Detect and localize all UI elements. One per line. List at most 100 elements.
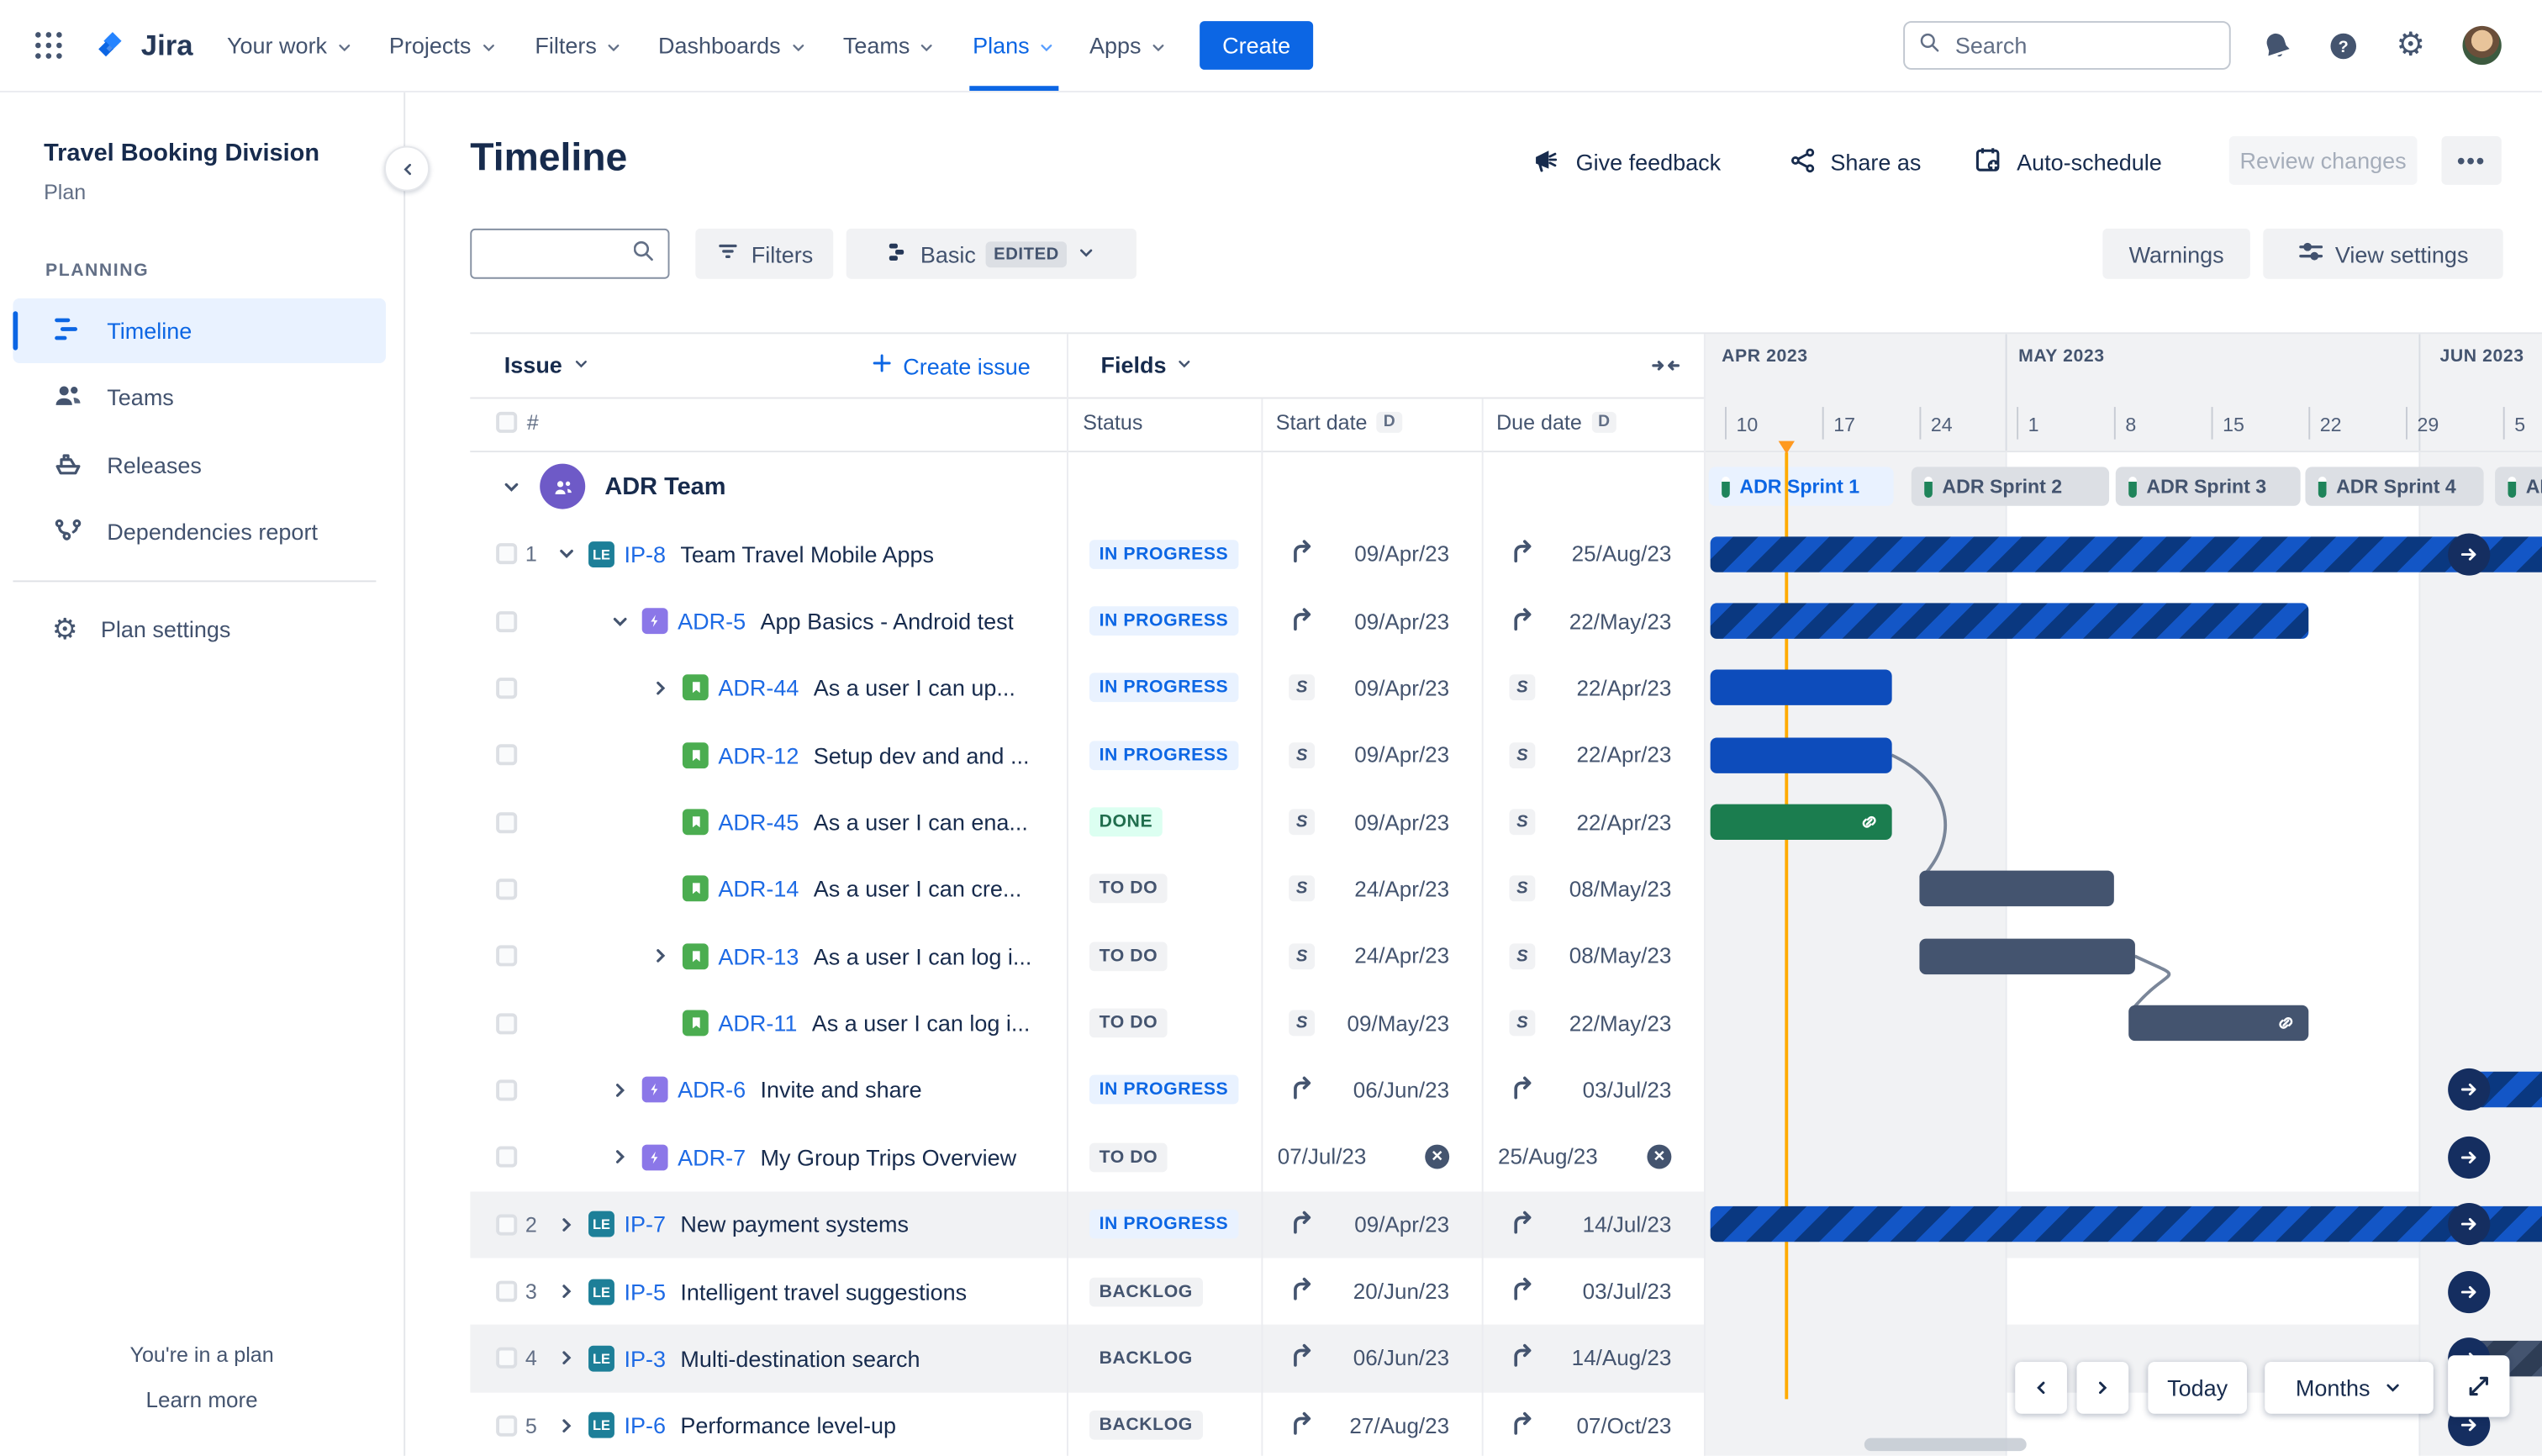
- due-date-cell[interactable]: S 22/Apr/23: [1482, 721, 1688, 789]
- start-date-cell[interactable]: 09/Apr/23: [1261, 520, 1465, 588]
- start-date-cell[interactable]: 06/Jun/23: [1261, 1057, 1465, 1124]
- issue-summary[interactable]: Intelligent travel suggestions: [680, 1279, 967, 1305]
- gantt-bar[interactable]: [1711, 603, 2309, 639]
- timeline-search-input[interactable]: [481, 233, 635, 261]
- sidebar-item-dependencies-report[interactable]: Dependencies report: [13, 499, 386, 564]
- start-date-cell[interactable]: 27/Aug/23: [1261, 1392, 1465, 1456]
- issue-summary[interactable]: As a user I can log i...: [812, 1010, 1031, 1037]
- status-badge[interactable]: TO DO: [1089, 942, 1168, 971]
- status-cell[interactable]: IN PROGRESS: [1089, 1057, 1238, 1124]
- issue-summary[interactable]: As a user I can up...: [814, 675, 1015, 701]
- status-cell[interactable]: IN PROGRESS: [1089, 520, 1238, 588]
- expand-toggle-icon[interactable]: [608, 610, 632, 631]
- sprint-chip[interactable]: ADR Sprint 5: [2495, 467, 2542, 506]
- nav-plans[interactable]: Plans: [969, 0, 1059, 91]
- issue-key-link[interactable]: ADR-7: [678, 1144, 746, 1170]
- row-checkbox[interactable]: [496, 610, 518, 632]
- app-switcher-icon[interactable]: [33, 29, 66, 62]
- status-badge[interactable]: BACKLOG: [1089, 1411, 1203, 1440]
- due-date-cell[interactable]: S 22/May/23: [1482, 989, 1688, 1057]
- issue-summary[interactable]: Performance level-up: [680, 1412, 896, 1438]
- due-date-cell[interactable]: 25/Aug/23: [1482, 520, 1688, 588]
- row-checkbox[interactable]: [496, 744, 518, 766]
- gantt-bar[interactable]: [1919, 871, 2114, 907]
- issue-key-link[interactable]: ADR-14: [718, 876, 799, 902]
- help-icon[interactable]: ?: [2326, 29, 2359, 62]
- bar-continues-icon[interactable]: [2448, 532, 2491, 576]
- clear-date-icon[interactable]: ✕: [1647, 1145, 1672, 1170]
- nav-your-work[interactable]: Your work: [227, 0, 353, 91]
- issue-key-link[interactable]: ADR-11: [718, 1010, 797, 1037]
- start-date-cell[interactable]: S 09/Apr/23: [1261, 789, 1465, 856]
- start-date-cell[interactable]: S 24/Apr/23: [1261, 923, 1465, 990]
- due-date-cell[interactable]: S 22/Apr/23: [1482, 789, 1688, 856]
- issue-summary[interactable]: New payment systems: [680, 1211, 909, 1237]
- status-cell[interactable]: TO DO: [1089, 856, 1168, 923]
- issue-summary[interactable]: As a user I can cre...: [814, 876, 1022, 902]
- issue-key-link[interactable]: ADR-44: [718, 675, 799, 701]
- status-cell[interactable]: IN PROGRESS: [1089, 655, 1238, 722]
- due-date-cell[interactable]: 03/Jul/23: [1482, 1258, 1688, 1325]
- expand-toggle-icon[interactable]: [555, 1281, 579, 1302]
- team-group-row[interactable]: ADR Team: [470, 452, 1704, 520]
- zoom-level-dropdown[interactable]: Months: [2265, 1361, 2434, 1414]
- learn-more-link[interactable]: Learn more: [0, 1388, 403, 1412]
- status-cell[interactable]: TO DO: [1089, 989, 1168, 1057]
- issue-summary[interactable]: Invite and share: [761, 1077, 922, 1103]
- timeline-search[interactable]: [470, 228, 670, 279]
- status-badge[interactable]: BACKLOG: [1089, 1276, 1203, 1306]
- gantt-bar[interactable]: [1711, 1206, 2542, 1242]
- expand-toggle-icon[interactable]: [608, 1079, 632, 1100]
- status-badge[interactable]: IN PROGRESS: [1089, 740, 1238, 770]
- start-date-cell[interactable]: S 09/May/23: [1261, 989, 1465, 1057]
- gantt-bar[interactable]: [1711, 535, 2542, 572]
- row-checkbox[interactable]: [496, 1280, 518, 1302]
- bar-continues-icon[interactable]: [2448, 1136, 2491, 1179]
- sidebar-item-timeline[interactable]: Timeline: [13, 298, 386, 363]
- issue-summary[interactable]: App Basics - Android test: [761, 608, 1015, 634]
- start-date-cell[interactable]: S 09/Apr/23: [1261, 721, 1465, 789]
- gantt-bar[interactable]: [1711, 804, 1892, 841]
- row-checkbox[interactable]: [496, 1012, 518, 1034]
- status-badge[interactable]: IN PROGRESS: [1089, 539, 1238, 569]
- due-date-cell[interactable]: 14/Jul/23: [1482, 1191, 1688, 1258]
- dependency-link-icon[interactable]: [1858, 810, 1880, 841]
- issue-key-link[interactable]: ADR-5: [678, 608, 746, 634]
- status-cell[interactable]: IN PROGRESS: [1089, 1191, 1238, 1258]
- due-date-cell[interactable]: 22/May/23: [1482, 588, 1688, 655]
- row-checkbox[interactable]: [496, 1348, 518, 1369]
- issue-summary[interactable]: Multi-destination search: [680, 1345, 920, 1371]
- issue-summary[interactable]: As a user I can log i...: [814, 943, 1032, 969]
- collapse-fields-icon[interactable]: [1652, 353, 1680, 386]
- global-search[interactable]: [1903, 21, 2231, 70]
- gantt-bar[interactable]: [1919, 938, 2135, 974]
- row-checkbox[interactable]: [496, 677, 518, 699]
- start-date-cell[interactable]: 09/Apr/23: [1261, 1191, 1465, 1258]
- start-date-cell[interactable]: S 09/Apr/23: [1261, 655, 1465, 722]
- issue-key-link[interactable]: IP-5: [624, 1279, 666, 1305]
- status-badge[interactable]: TO DO: [1089, 1142, 1168, 1172]
- issue-summary[interactable]: My Group Trips Overview: [761, 1144, 1017, 1170]
- collapse-team-icon[interactable]: [499, 476, 524, 497]
- status-badge[interactable]: IN PROGRESS: [1089, 606, 1238, 636]
- create-button[interactable]: Create: [1200, 21, 1314, 70]
- nav-dashboards[interactable]: Dashboards: [658, 0, 806, 91]
- expand-toggle-icon[interactable]: [555, 1348, 579, 1369]
- issue-key-link[interactable]: IP-8: [624, 541, 666, 567]
- nav-projects[interactable]: Projects: [389, 0, 497, 91]
- create-issue-button[interactable]: Create issue: [871, 351, 1031, 379]
- nav-teams[interactable]: Teams: [843, 0, 936, 91]
- status-cell[interactable]: BACKLOG: [1089, 1392, 1203, 1456]
- status-badge[interactable]: TO DO: [1089, 874, 1168, 905]
- row-checkbox[interactable]: [496, 1147, 518, 1168]
- horizontal-scrollbar-thumb[interactable]: [1864, 1438, 2027, 1452]
- clear-date-icon[interactable]: ✕: [1425, 1145, 1450, 1170]
- start-date-cell[interactable]: S 24/Apr/23: [1261, 856, 1465, 923]
- give-feedback-button[interactable]: Give feedback: [1532, 143, 1721, 182]
- scroll-right-button[interactable]: [2076, 1361, 2129, 1414]
- sprint-chip[interactable]: ADR Sprint 1: [1708, 467, 1894, 506]
- issue-key-link[interactable]: ADR-6: [678, 1077, 746, 1103]
- start-date-cell[interactable]: 06/Jun/23: [1261, 1325, 1465, 1392]
- filters-button[interactable]: Filters: [695, 228, 834, 279]
- settings-icon[interactable]: ⚙: [2394, 29, 2427, 62]
